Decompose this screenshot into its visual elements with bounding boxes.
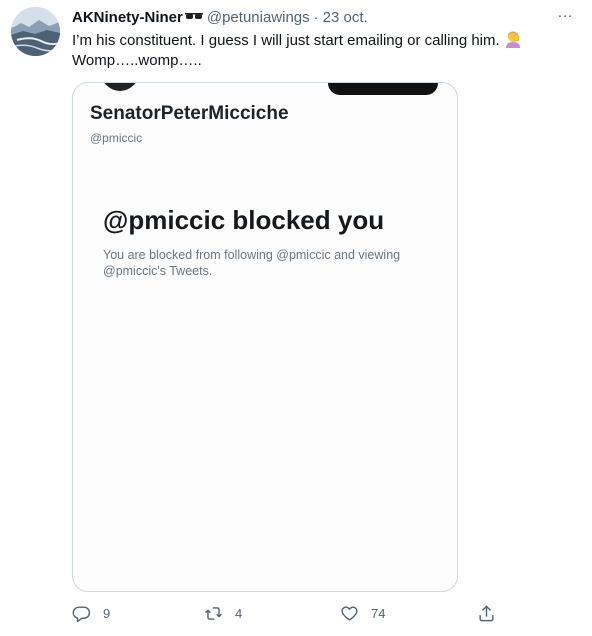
tweet-text-line1: I’m his constituent. I guess I will just… xyxy=(72,32,500,49)
share-icon xyxy=(479,605,494,622)
retweet-button[interactable]: 4 xyxy=(204,604,242,623)
like-count: 74 xyxy=(371,606,386,621)
tweet-text: I’m his constituent. I guess I will just… xyxy=(72,30,572,71)
screenshot-display-name: SenatorPeterMicciche xyxy=(90,103,289,124)
screenshot-handle: @pmiccic xyxy=(90,131,143,145)
share-button[interactable] xyxy=(477,604,496,623)
user-handle[interactable]: @petuniawings xyxy=(207,9,310,26)
tweet-date[interactable]: 23 oct. xyxy=(323,9,368,26)
reply-button[interactable]: 9 xyxy=(72,604,110,623)
like-button[interactable]: 74 xyxy=(340,604,385,623)
separator-dot: · xyxy=(313,8,319,26)
person-facepalming-icon xyxy=(504,30,522,48)
tweet[interactable]: AKNinety-Niner @petuniawings · 23 oct. …… xyxy=(0,0,592,636)
display-name[interactable]: AKNinety-Niner xyxy=(72,9,183,26)
tweet-media-image[interactable]: SenatorPeterMicciche @pmiccic @pmiccic b… xyxy=(72,82,458,592)
heart-icon xyxy=(341,606,358,621)
avatar[interactable] xyxy=(11,7,60,56)
tweet-text-line: I’m his constituent. I guess I will just… xyxy=(72,30,572,51)
blocked-title: @pmiccic blocked you xyxy=(103,205,385,235)
reply-icon xyxy=(72,606,91,623)
follow-button-edge xyxy=(328,83,438,95)
retweet-icon xyxy=(205,607,222,620)
sunglasses-icon xyxy=(184,12,203,22)
blocked-description: You are blocked from following @pmiccic … xyxy=(103,248,401,278)
profile-picture-edge xyxy=(101,83,139,91)
retweet-count: 4 xyxy=(235,606,243,621)
tweet-text-line2: Womp…..womp….. xyxy=(72,52,202,69)
reply-count: 9 xyxy=(103,606,111,621)
more-options-icon[interactable]: … xyxy=(557,5,574,21)
tweet-header: AKNinety-Niner @petuniawings · 23 oct. xyxy=(72,7,368,27)
tweet-actions: 9 4 74 xyxy=(72,604,512,628)
